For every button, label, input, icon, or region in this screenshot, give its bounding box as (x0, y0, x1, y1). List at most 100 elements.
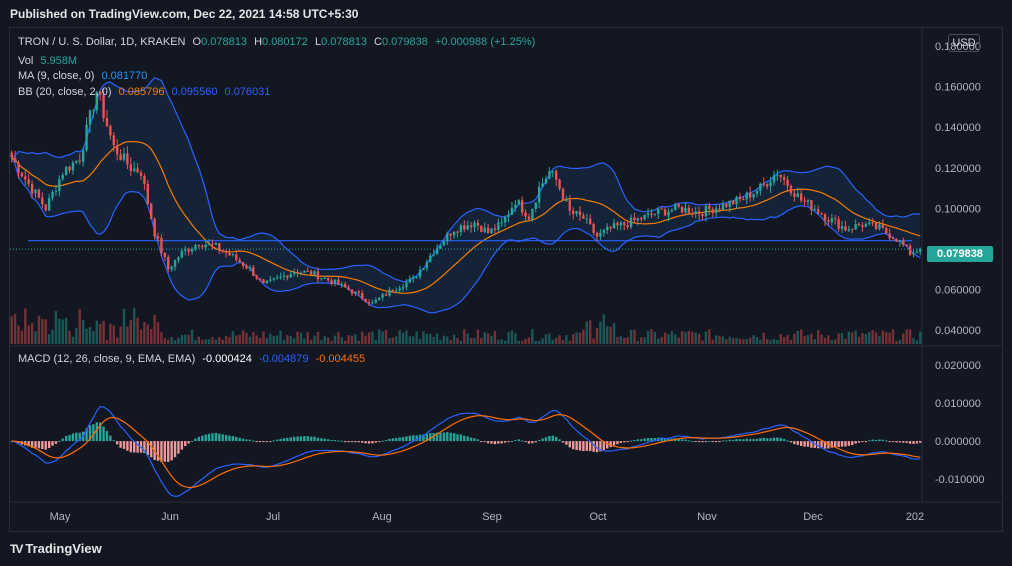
candle-body (721, 203, 725, 210)
macd-histogram-bar (800, 441, 803, 446)
macd-histogram-bar (708, 441, 711, 443)
legend-macd-label[interactable]: MACD (12, 26, close, 9, EMA, EMA) (18, 353, 195, 365)
macd-histogram-bar (313, 436, 316, 442)
volume-bar (64, 317, 68, 344)
macd-histogram-bar (871, 439, 874, 442)
macd-histogram-bar (497, 441, 500, 444)
candle-body (167, 257, 170, 270)
macd-histogram-bar (864, 441, 868, 443)
candle-body (109, 125, 112, 136)
candle-body (589, 218, 592, 224)
footer-brand[interactable]: TV TradingView (10, 541, 102, 556)
macd-histogram-bar (269, 441, 272, 443)
macd-histogram-bar (323, 438, 326, 442)
time-tick-label: Dec (803, 511, 823, 523)
currency-button[interactable]: USD (948, 34, 980, 52)
macd-histogram-bar (296, 436, 299, 442)
candle-body (534, 202, 537, 209)
volume-bar (704, 331, 708, 344)
candle-body (908, 245, 912, 255)
candle-body (279, 276, 282, 278)
candle-body (497, 222, 500, 231)
candle-body (439, 245, 442, 249)
volume-bar (429, 333, 432, 344)
candle-body (37, 189, 41, 198)
macd-histogram-bar (316, 437, 320, 442)
macd-histogram-bar (507, 441, 510, 443)
volume-bar (347, 335, 350, 344)
candle-body (725, 203, 728, 207)
macd-histogram-bar (279, 438, 282, 442)
candle-body (228, 252, 231, 256)
legend-vol-label[interactable]: Vol (18, 55, 33, 67)
candle-body (803, 200, 806, 202)
macd-histogram-bar (252, 440, 255, 442)
legend-symbol[interactable]: TRON / U. S. Dollar, 1D, KRAKEN (18, 36, 185, 48)
volume-bar (908, 329, 912, 344)
candle-body (184, 249, 187, 251)
candle-body (817, 209, 820, 214)
candle-body (20, 172, 24, 177)
volume-bar (616, 336, 619, 344)
macd-histogram-bar (769, 438, 772, 442)
volume-bar (299, 332, 303, 344)
macd-histogram-bar (902, 441, 905, 443)
chart-svg[interactable]: 0.1800000.1600000.1400000.1200000.100000… (0, 0, 1012, 566)
candle-body (58, 179, 61, 192)
macd-histogram-bar (357, 441, 360, 443)
candle-body (422, 268, 425, 270)
candle-body (24, 176, 27, 180)
legend-macd-row: MACD (12, 26, close, 9, EMA, EMA) -0.000… (18, 353, 369, 365)
volume-bar (92, 331, 95, 344)
volume-bar (599, 321, 602, 344)
volume-bar (204, 339, 207, 344)
legend-bb-label[interactable]: BB (20, close, 2, 0) (18, 86, 112, 98)
volume-bar (823, 338, 827, 344)
candle-body (378, 297, 381, 301)
candle-body (126, 153, 129, 165)
candle-body (609, 226, 612, 229)
macd-histogram-bar (258, 441, 262, 443)
candle-body (398, 288, 401, 291)
candle-body (361, 293, 364, 299)
volume-bar (122, 308, 126, 344)
volume-bar (725, 339, 728, 344)
legend-ma-label[interactable]: MA (9, close, 0) (18, 70, 94, 82)
candle-body (711, 209, 714, 213)
macd-histogram-bar (71, 433, 75, 442)
macd-histogram-bar (292, 436, 296, 442)
volume-bar (663, 332, 667, 344)
macd-histogram-bar (503, 441, 507, 443)
candle-body (64, 166, 68, 175)
candle-body (891, 238, 895, 240)
candle-body (691, 213, 694, 215)
time-tick-label: Jul (266, 511, 280, 523)
volume-bar (405, 330, 408, 344)
macd-histogram-bar (782, 438, 786, 442)
volume-bar (657, 338, 660, 344)
macd-histogram-bar (449, 432, 452, 442)
candle-body (296, 272, 299, 274)
macd-histogram-bar (578, 441, 582, 451)
candle-body (408, 278, 412, 283)
candle-body (558, 179, 561, 189)
volume-bar (742, 339, 745, 344)
volume-bar (694, 332, 697, 344)
candle-body (772, 175, 776, 183)
candle-body (306, 270, 309, 272)
candle-body (197, 245, 201, 247)
volume-bar (187, 334, 190, 344)
macd-histogram-bar (612, 441, 616, 446)
legend-high: 0.080172 (262, 36, 308, 48)
macd-histogram-bar (878, 439, 881, 442)
macd-histogram-bar (895, 441, 898, 443)
macd-histogram-bar (241, 438, 245, 442)
macd-histogram-bar (793, 441, 796, 445)
candle-body (548, 171, 551, 179)
volume-bar (442, 335, 446, 344)
volume-bar (898, 339, 902, 344)
volume-bar (568, 340, 571, 344)
macd-histogram-bar (691, 441, 694, 443)
volume-bar (640, 337, 643, 344)
macd-histogram-bar (456, 434, 459, 442)
